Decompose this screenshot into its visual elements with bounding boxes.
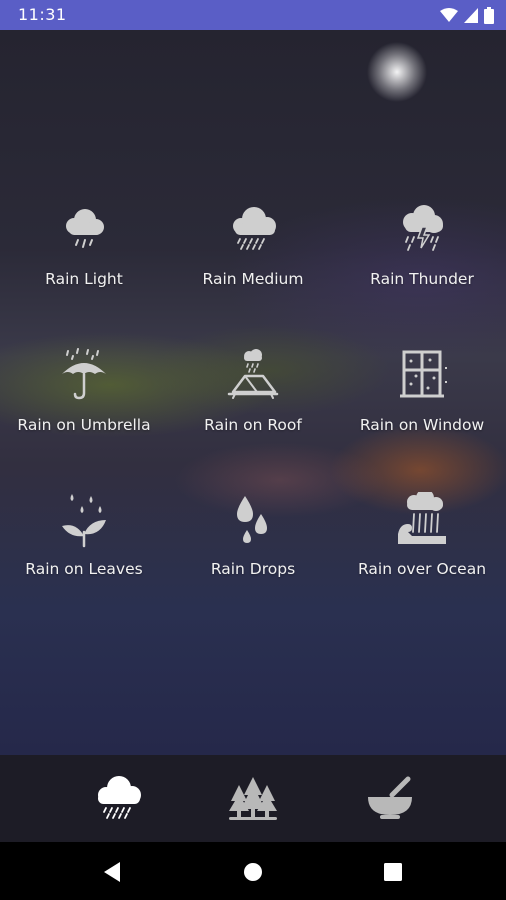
bottom-tab-bar — [0, 755, 506, 842]
sound-tile-rain-on-roof[interactable]: Rain on Roof — [169, 348, 337, 468]
sound-label: Rain over Ocean — [357, 560, 487, 578]
signal-icon — [464, 8, 478, 23]
sound-label: Rain Thunder — [370, 270, 474, 288]
sound-tile-rain-thunder[interactable]: Rain Thunder — [338, 202, 506, 322]
rain-cloud-icon — [98, 776, 141, 819]
system-nav-bar — [0, 842, 506, 900]
tab-rain[interactable] — [90, 773, 146, 825]
window-icon — [400, 350, 447, 398]
leaves-icon — [62, 494, 106, 548]
drops-icon — [237, 496, 267, 543]
sound-label: Rain on Roof — [204, 416, 302, 434]
sound-label: Rain Medium — [202, 270, 304, 288]
ocean-icon — [398, 492, 446, 544]
sound-tile-rain-over-ocean[interactable]: Rain over Ocean — [338, 492, 506, 612]
tab-forest[interactable] — [225, 773, 281, 825]
battery-icon — [484, 7, 494, 24]
rain-medium-icon — [233, 207, 276, 250]
status-time: 11:31 — [18, 5, 67, 24]
rain-light-icon — [66, 209, 104, 248]
roof-icon — [227, 349, 279, 399]
sound-tile-rain-medium[interactable]: Rain Medium — [169, 202, 337, 322]
sound-label: Rain on Leaves — [25, 560, 143, 578]
sound-tile-rain-on-leaves[interactable]: Rain on Leaves — [0, 492, 168, 612]
rain-thunder-icon — [403, 205, 443, 251]
sound-tile-rain-drops[interactable]: Rain Drops — [169, 492, 337, 612]
recents-icon[interactable] — [380, 859, 406, 885]
sound-label: Rain Drops — [210, 560, 296, 578]
wifi-icon — [440, 8, 458, 22]
sound-label: Rain on Umbrella — [17, 416, 151, 434]
sound-tile-rain-light[interactable]: Rain Light — [0, 202, 168, 322]
forest-icon — [229, 777, 277, 820]
umbrella-icon — [62, 348, 106, 400]
sound-label: Rain Light — [45, 270, 123, 288]
bowl-icon — [368, 776, 412, 819]
sound-tile-rain-on-umbrella[interactable]: Rain on Umbrella — [0, 348, 168, 468]
sound-tile-rain-on-window[interactable]: Rain on Window — [338, 348, 506, 468]
home-icon[interactable] — [240, 859, 266, 885]
status-bar: 11:31 — [0, 0, 506, 30]
tab-meditation[interactable] — [362, 773, 418, 825]
sound-grid: Rain Light Rain Medium Rain Thunder Rain… — [0, 30, 506, 755]
back-icon[interactable] — [100, 859, 126, 885]
sound-label: Rain on Window — [359, 416, 485, 434]
